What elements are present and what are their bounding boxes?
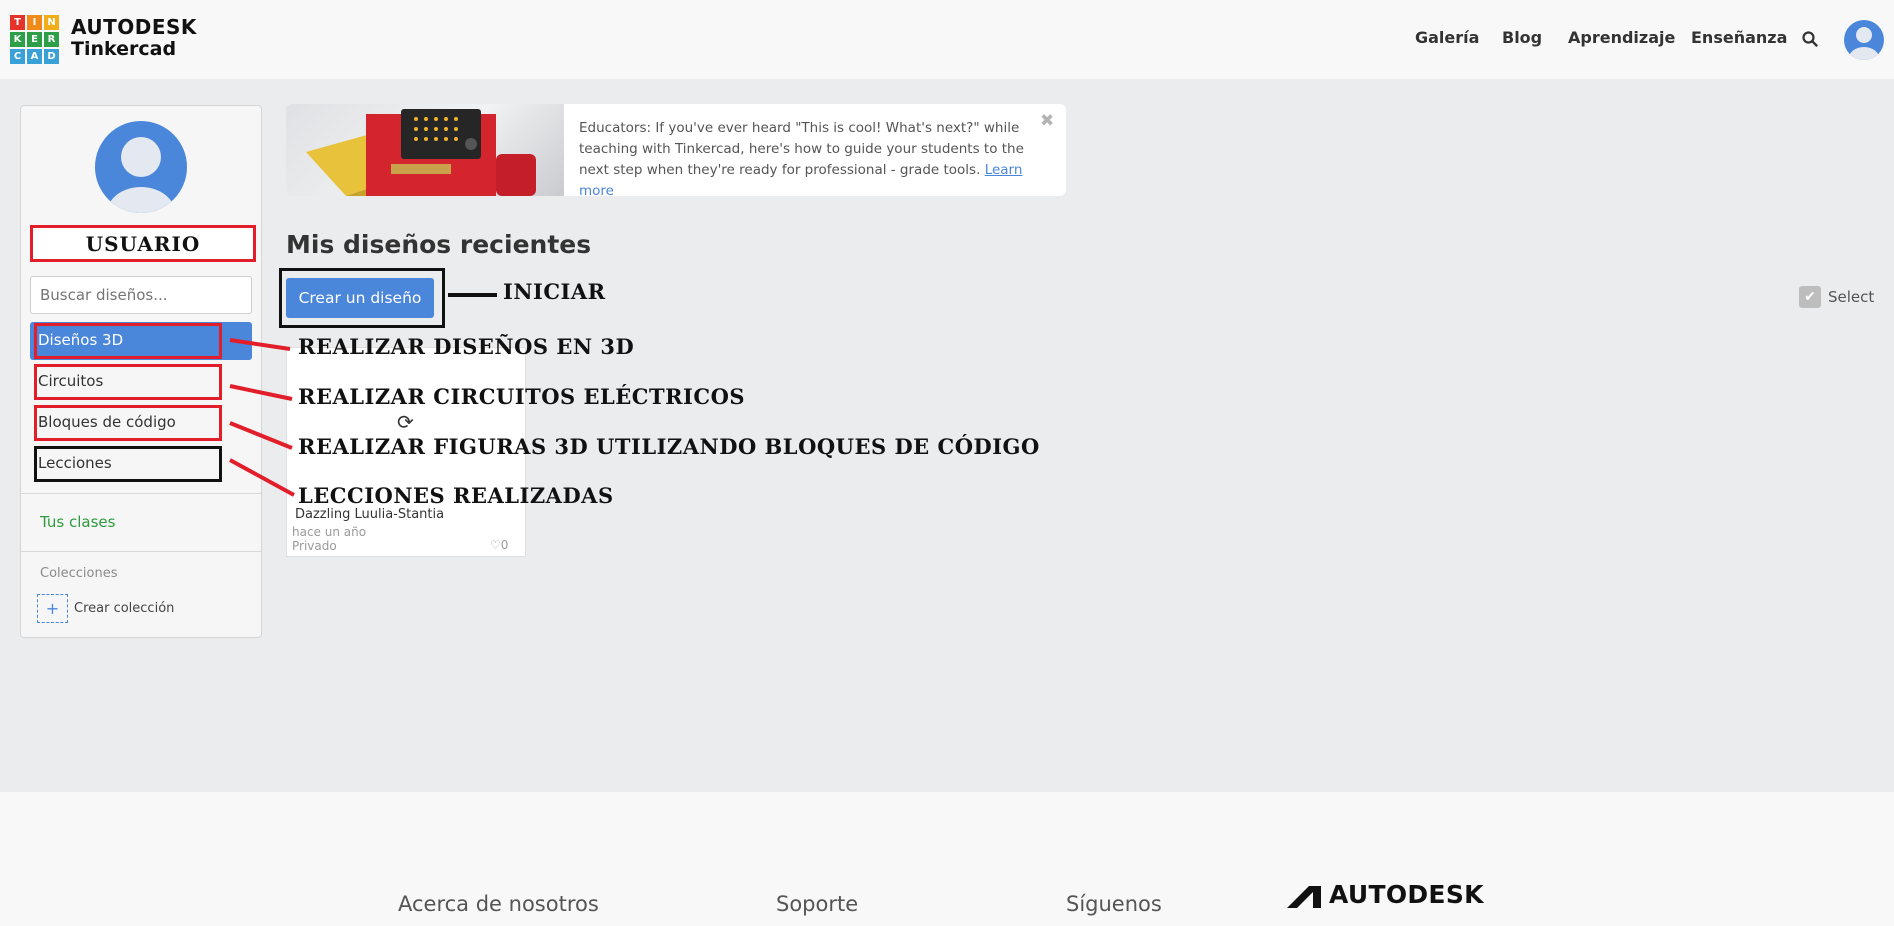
footer-support-link[interactable]: Soporte [776,892,858,916]
annotation-disenos-3d: REALIZAR DISEÑOS EN 3D [298,334,635,359]
annotation-lecciones: LECCIONES REALIZADAS [298,483,614,508]
autodesk-mark-icon [1287,886,1321,908]
footer: Acerca de nosotros Soporte Síguenos AUTO… [0,792,1894,926]
annotation-line [229,384,293,401]
annotation-lines [229,293,497,497]
footer-follow-link[interactable]: Síguenos [1066,892,1162,916]
footer-about-link[interactable]: Acerca de nosotros [398,892,599,916]
annotation-circuitos: REALIZAR CIRCUITOS ELÉCTRICOS [298,384,746,409]
annotation-line [229,338,291,351]
annotation-iniciar: INICIAR [503,279,606,304]
annotation-line [229,421,293,450]
autodesk-logo[interactable]: AUTODESK [1287,880,1497,910]
annotation-line [229,458,295,497]
footer-brand: AUTODESK [1329,880,1484,909]
annotation-bloques: REALIZAR FIGURAS 3D UTILIZANDO BLOQUES D… [298,434,1040,459]
